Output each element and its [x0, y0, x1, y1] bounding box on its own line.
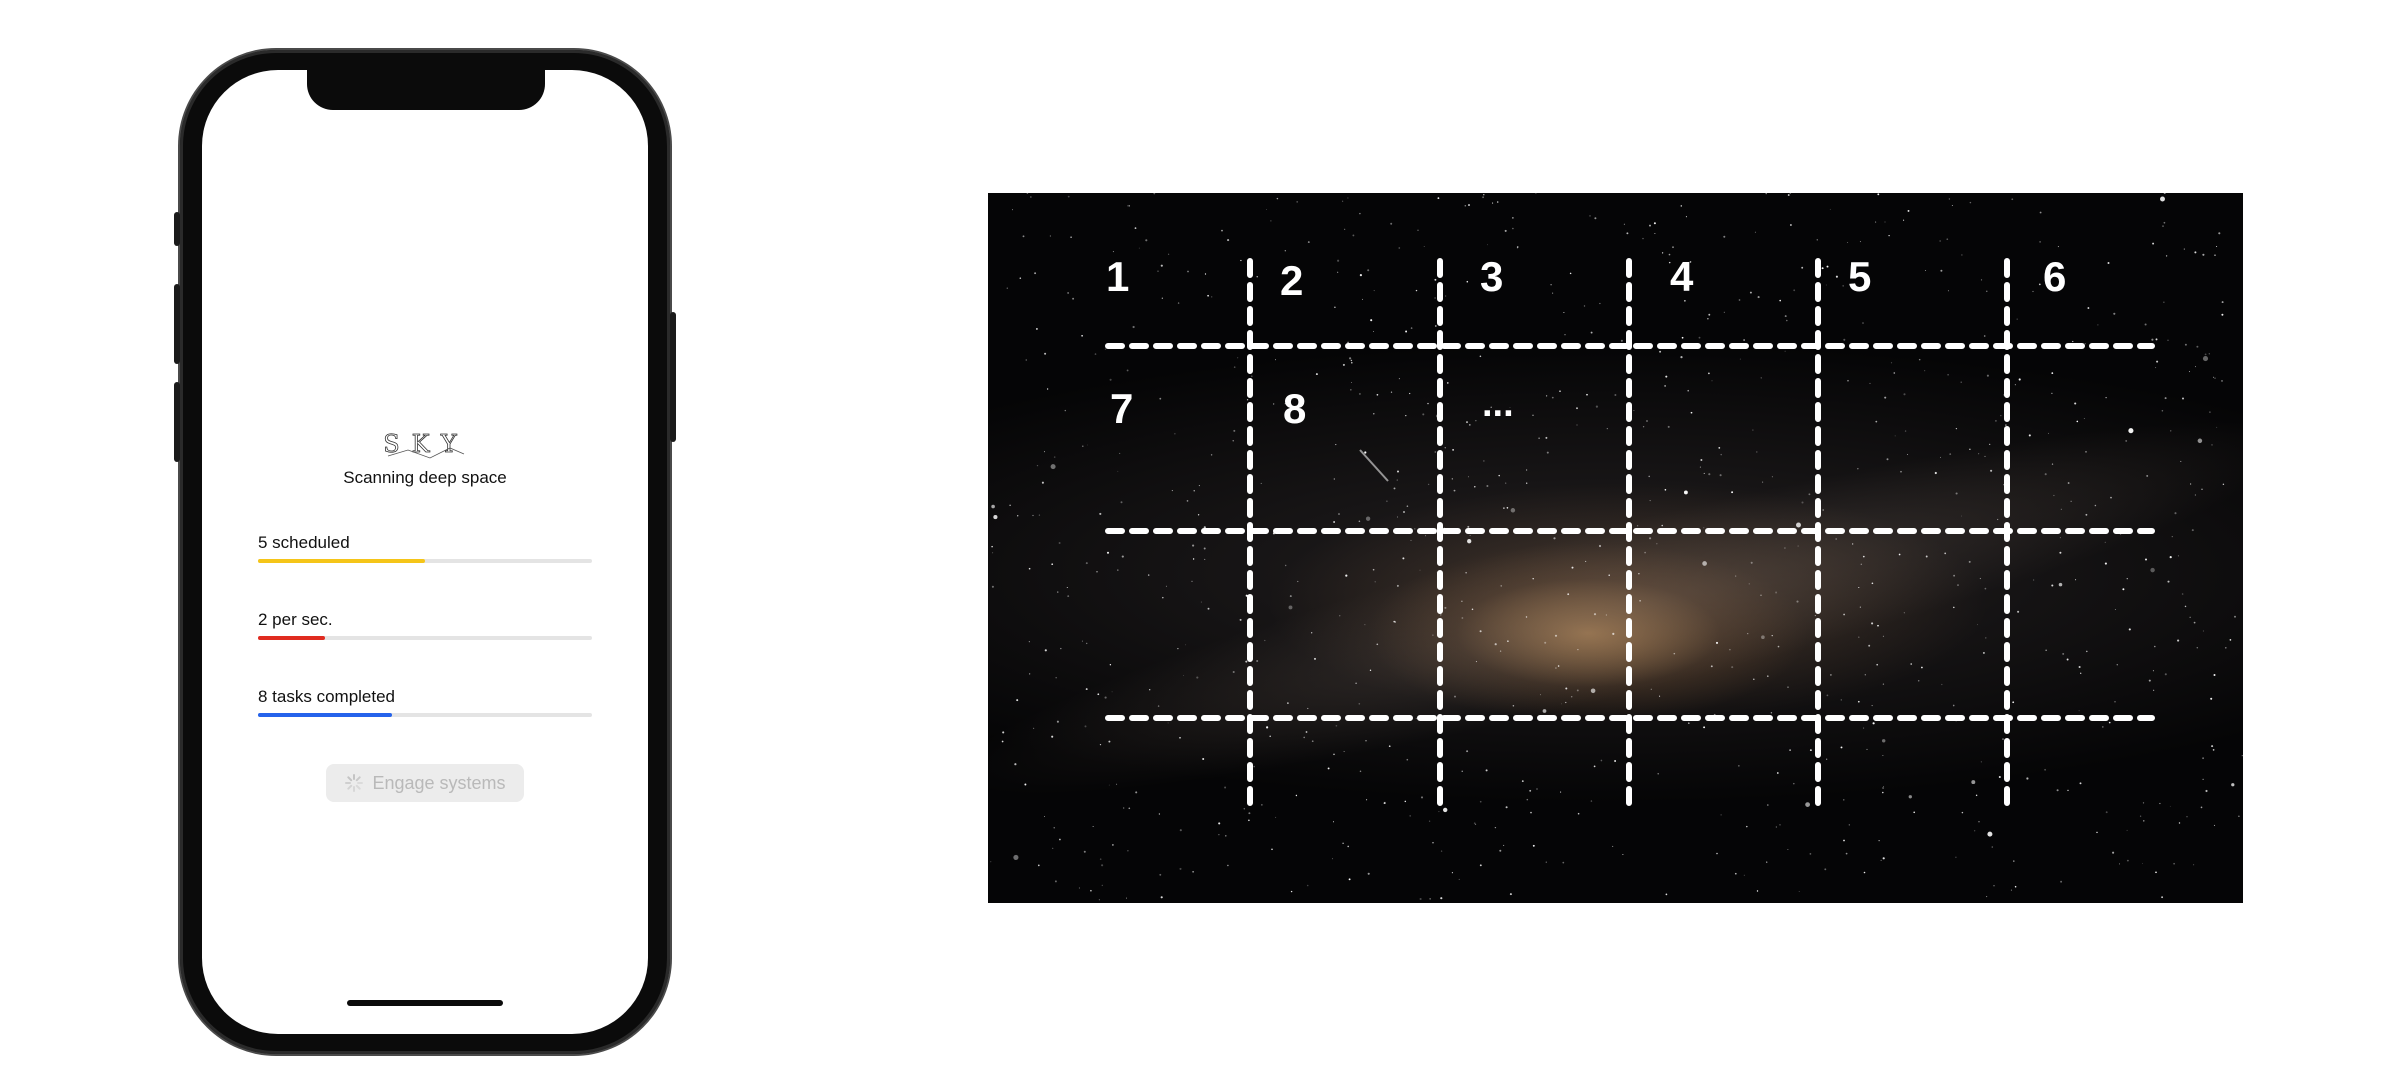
engage-systems-label: Engage systems	[372, 772, 506, 793]
volume-down-button	[174, 382, 180, 462]
progress-track	[258, 713, 592, 717]
metric-label: 5 scheduled	[258, 533, 350, 552]
grid-cell-6[interactable]: 6	[2043, 253, 2066, 301]
volume-up-button	[174, 284, 180, 364]
status-subtitle: Scanning deep space	[343, 468, 507, 487]
home-indicator	[347, 1000, 503, 1006]
grid-cell-4[interactable]: 4	[1670, 253, 1693, 301]
metric-label: 8 tasks completed	[258, 687, 396, 706]
metric-scheduled: 5 scheduled	[258, 533, 592, 563]
progress-fill	[258, 713, 392, 717]
grid-cell-1[interactable]: 1	[1106, 253, 1129, 301]
grid-cell-3[interactable]: 3	[1480, 253, 1503, 301]
sky-logo: SKY	[383, 430, 465, 459]
metric-label: 2 per sec.	[258, 610, 333, 629]
mute-switch	[174, 212, 180, 246]
metric-completed: 8 tasks completed	[258, 687, 592, 717]
grid-cell-7[interactable]: 7	[1110, 385, 1133, 433]
engage-systems-button[interactable]: Engage systems	[326, 764, 524, 802]
deep-space-grid: 1 2 3 4 5 6 7 8 ...	[988, 193, 2243, 903]
shooting-star	[1359, 449, 1389, 482]
grid-cell-8[interactable]: 8	[1283, 385, 1306, 433]
phone-frame: SKY Scanning deep space 5 scheduled 2 pe…	[174, 50, 676, 1054]
power-button	[670, 312, 676, 442]
progress-track	[258, 559, 592, 563]
metric-rate: 2 per sec.	[258, 610, 592, 640]
spinner-icon	[345, 774, 364, 792]
grid-cell-ellipsis: ...	[1482, 383, 1514, 425]
progress-fill	[258, 636, 325, 640]
phone-screen: SKY Scanning deep space 5 scheduled 2 pe…	[202, 70, 648, 1034]
progress-track	[258, 636, 592, 640]
grid-cell-5[interactable]: 5	[1848, 253, 1871, 301]
progress-fill	[258, 559, 425, 563]
grid-cell-2[interactable]: 2	[1280, 257, 1303, 305]
notch	[307, 70, 545, 110]
